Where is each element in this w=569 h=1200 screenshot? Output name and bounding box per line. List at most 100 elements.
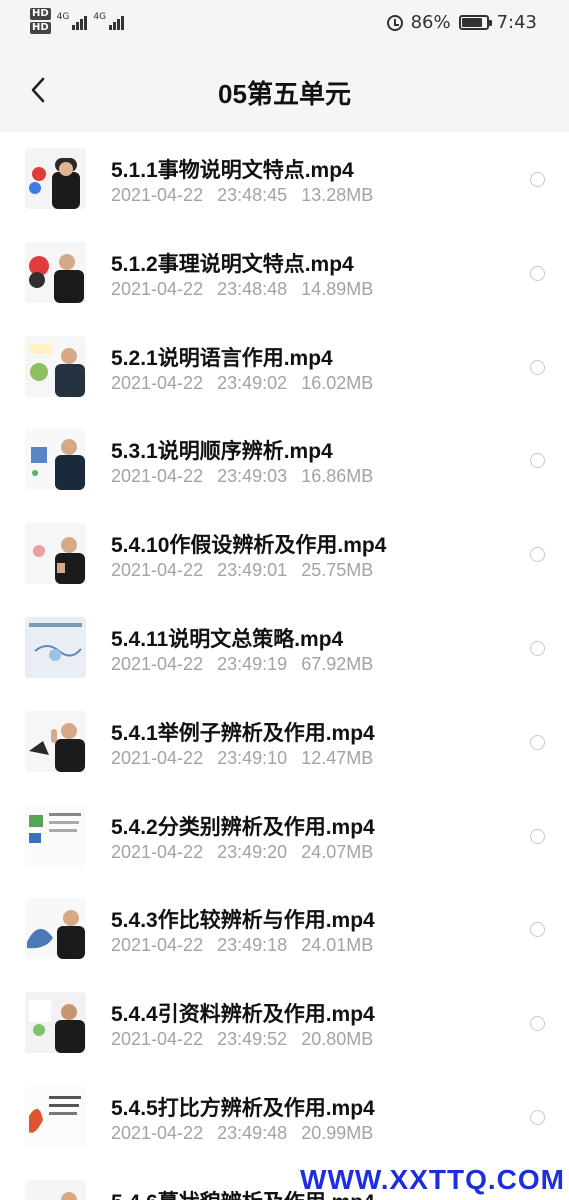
clock: 7:43 [496, 12, 537, 33]
file-meta: 2021-04-22 23:49:48 20.99MB [111, 1123, 373, 1144]
file-date: 2021-04-22 [111, 185, 204, 205]
file-list-item[interactable]: 5.4.10作假设辨析及作用.mp4 2021-04-22 23:49:01 25… [0, 507, 569, 601]
file-size: 16.86MB [301, 466, 374, 487]
file-name: 5.2.1说明语言作用.mp4 [111, 346, 333, 370]
file-size: 13.28MB [301, 185, 374, 205]
hd-indicators: HD HD [30, 8, 51, 34]
select-radio[interactable] [530, 265, 545, 281]
status-bar: HD HD 4G 4G 86% 7:43 [0, 0, 569, 48]
file-list-item[interactable]: 5.1.1事物说明文特点.mp4 2021-04-22 23:48:45 13.2… [0, 132, 569, 226]
file-size: 24.01MB [301, 935, 374, 956]
video-thumbnail [25, 710, 86, 772]
hd-badge: HD [30, 22, 51, 34]
select-radio[interactable] [530, 734, 545, 750]
alarm-icon [386, 14, 403, 31]
file-size: 12.47MB [301, 747, 374, 768]
file-meta: 2021-04-22 23:49:10 12.47MB [111, 748, 373, 769]
network-type: 4G [56, 12, 70, 22]
file-list-item[interactable]: 5.4.11说明文总策略.mp4 2021-04-22 23:49:19 67.9… [0, 601, 569, 695]
select-radio[interactable] [530, 453, 545, 469]
file-size: 16.02MB [301, 372, 374, 393]
file-time: 23:49:03 [217, 466, 288, 487]
file-meta: 2021-04-22 23:49:19 67.92MB [111, 654, 373, 675]
file-date: 2021-04-22 [111, 747, 204, 768]
video-thumbnail [25, 616, 86, 678]
file-time: 23:49:18 [217, 935, 288, 956]
file-list-item[interactable]: 5.4.5打比方辨析及作用.mp4 2021-04-22 23:49:48 20.… [0, 1070, 569, 1164]
file-size: 20.99MB [301, 1122, 374, 1143]
file-meta: 2021-04-22 23:49:18 24.01MB [111, 935, 373, 956]
file-date: 2021-04-22 [111, 935, 204, 956]
select-radio[interactable] [530, 359, 545, 375]
file-size: 25.75MB [301, 560, 374, 581]
file-name: 5.4.10作假设辨析及作用.mp4 [111, 534, 387, 558]
file-date: 2021-04-22 [111, 1029, 204, 1050]
file-name: 5.4.4引资料辨析及作用.mp4 [111, 1003, 375, 1027]
file-size: 67.92MB [301, 653, 374, 674]
file-meta: 2021-04-22 23:49:02 16.02MB [111, 373, 373, 394]
file-name: 5.1.1事物说明文特点.mp4 [111, 159, 354, 182]
video-thumbnail [25, 335, 86, 397]
file-time: 23:49:20 [217, 841, 288, 862]
file-time: 23:48:48 [217, 278, 288, 299]
file-date: 2021-04-22 [111, 466, 204, 487]
file-size: 24.07MB [301, 841, 374, 862]
file-date: 2021-04-22 [111, 841, 204, 862]
cell-signal-icon: 4G [57, 12, 88, 30]
file-list-item[interactable]: 5.4.3作比较辨析与作用.mp4 2021-04-22 23:49:18 24.… [0, 882, 569, 976]
file-meta: 2021-04-22 23:48:48 14.89MB [111, 279, 373, 300]
file-name: 5.4.1举例子辨析及作用.mp4 [111, 721, 375, 745]
video-thumbnail [25, 523, 86, 585]
video-thumbnail [25, 804, 86, 866]
status-left: HD HD 4G 4G [30, 8, 125, 34]
file-meta: 2021-04-22 23:49:03 16.86MB [111, 466, 373, 487]
video-thumbnail [25, 1179, 86, 1200]
video-thumbnail [25, 148, 86, 209]
file-list-item[interactable]: 5.2.1说明语言作用.mp4 2021-04-22 23:49:02 16.02… [0, 320, 569, 414]
select-radio[interactable] [530, 1109, 545, 1125]
video-thumbnail [25, 898, 86, 960]
file-meta: 2021-04-22 23:49:52 20.80MB [111, 1029, 373, 1050]
status-right: 86% 7:43 [386, 12, 537, 33]
file-list-item[interactable]: 5.4.1举例子辨析及作用.mp4 2021-04-22 23:49:10 12.… [0, 695, 569, 789]
header: 05第五单元 [0, 48, 569, 132]
file-name: 5.4.5打比方辨析及作用.mp4 [111, 1096, 375, 1120]
file-date: 2021-04-22 [111, 653, 204, 674]
file-list: 5.1.1事物说明文特点.mp4 2021-04-22 23:48:45 13.2… [0, 132, 569, 1200]
file-meta: 2021-04-22 23:48:45 13.28MB [111, 185, 373, 206]
file-size: 20.80MB [301, 1029, 374, 1050]
file-time: 23:49:19 [217, 653, 288, 674]
select-radio[interactable] [530, 828, 545, 844]
file-time: 23:49:02 [217, 372, 288, 393]
file-list-item[interactable]: 5.1.2事理说明文特点.mp4 2021-04-22 23:48:48 14.8… [0, 226, 569, 320]
battery-percent: 86% [410, 12, 451, 33]
file-name: 5.1.2事理说明文特点.mp4 [111, 252, 354, 276]
select-radio[interactable] [530, 547, 545, 563]
cell-signal-icon: 4G [93, 12, 125, 30]
video-thumbnail [25, 992, 86, 1054]
file-size: 14.89MB [301, 278, 374, 299]
video-thumbnail [25, 429, 86, 491]
file-list-item[interactable]: 5.3.1说明顺序辨析.mp4 2021-04-22 23:49:03 16.86… [0, 413, 569, 507]
file-date: 2021-04-22 [111, 1122, 204, 1143]
file-time: 23:49:01 [217, 560, 288, 581]
select-radio[interactable] [530, 640, 545, 656]
file-name: 5.4.3作比较辨析与作用.mp4 [111, 909, 375, 933]
file-list-item[interactable]: 5.4.4引资料辨析及作用.mp4 2021-04-22 23:49:52 20.… [0, 976, 569, 1070]
select-radio[interactable] [530, 922, 545, 938]
select-radio[interactable] [530, 172, 545, 187]
battery-icon [458, 15, 492, 30]
network-type: 4G [93, 12, 107, 22]
select-radio[interactable] [530, 1016, 545, 1032]
file-name: 5.3.1说明顺序辨析.mp4 [111, 440, 333, 464]
file-list-item[interactable]: 5.4.2分类别辨析及作用.mp4 2021-04-22 23:49:20 24.… [0, 789, 569, 883]
file-date: 2021-04-22 [111, 278, 204, 299]
file-name: 5.4.2分类别辨析及作用.mp4 [111, 815, 375, 839]
file-meta: 2021-04-22 23:49:01 25.75MB [111, 560, 373, 581]
file-time: 23:49:48 [217, 1122, 288, 1143]
file-time: 23:49:52 [217, 1029, 288, 1050]
file-time: 23:48:45 [217, 185, 288, 205]
file-date: 2021-04-22 [111, 560, 204, 581]
file-date: 2021-04-22 [111, 372, 204, 393]
file-time: 23:49:10 [217, 747, 288, 768]
